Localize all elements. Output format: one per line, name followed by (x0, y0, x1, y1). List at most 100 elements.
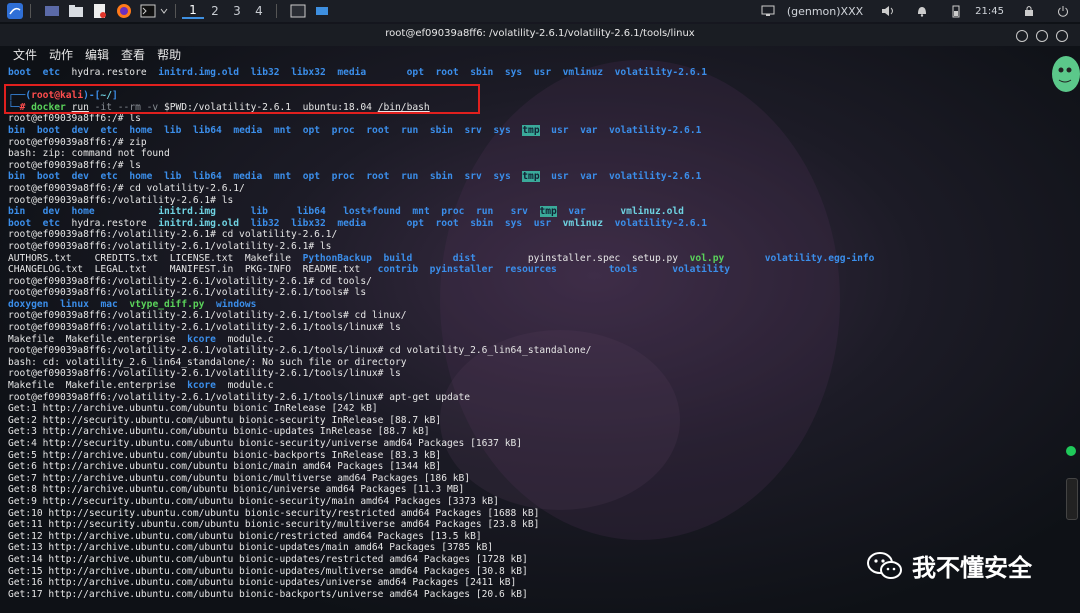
window-titlebar[interactable]: root@ef09039a8ff6: /volatility-2.6.1/vol… (0, 24, 1080, 46)
terminal-text: srv (464, 124, 482, 136)
genmon-user: (genmon)XXX (786, 4, 864, 18)
kali-menu-icon[interactable] (6, 3, 24, 19)
terminal-text: var (580, 124, 598, 136)
lock-screen-icon[interactable] (1020, 3, 1038, 19)
terminal-text: dev (71, 124, 89, 136)
maximize-button[interactable] (1036, 30, 1048, 42)
terminal-text: volatility-2.6.1 (608, 171, 702, 183)
window-title: root@ef09039a8ff6: /volatility-2.6.1/vol… (385, 28, 695, 39)
notification-bell-icon[interactable] (913, 3, 931, 19)
terminal-output[interactable]: boot etc hydra.restore initrd.img.old li… (8, 67, 1068, 607)
terminal-line: Get:12 http://archive.ubuntu.com/ubuntu … (8, 531, 1068, 543)
terminal-text: module.c (215, 333, 274, 345)
terminal-text: root@ef09039a8ff6:/volatility-2.6.1# ls (8, 194, 234, 206)
monitor-icon[interactable] (759, 3, 777, 19)
terminal-text: hydra.restore (60, 217, 159, 229)
terminal-text: contrib (377, 264, 419, 276)
terminal-text: srv (464, 171, 482, 183)
terminal-text: pyinstaller (429, 264, 494, 276)
terminal-text: Get:9 http://security.ubuntu.com/ubuntu … (8, 495, 499, 507)
terminal-text: mac (100, 298, 118, 310)
minimize-button[interactable] (1016, 30, 1028, 42)
terminal-text: initrd.img.old (158, 217, 240, 229)
terminal-text: media (337, 217, 367, 229)
workspace-1[interactable]: 1 (182, 3, 204, 19)
menu-view[interactable]: 查看 (120, 46, 146, 64)
terminal-text: dist (452, 252, 476, 264)
workspace-3[interactable]: 3 (226, 4, 248, 18)
terminal-text: root@ef09039a8ff6:/volatility-2.6.1/vola… (8, 345, 592, 357)
terminal-text: kcore (187, 333, 216, 345)
terminal-line: root@ef09039a8ff6:/volatility-2.6.1# ls (8, 195, 1068, 207)
terminal-text: usr (551, 124, 569, 136)
terminal-text: opt (302, 171, 321, 183)
folder-icon[interactable] (67, 3, 85, 19)
wechat-icon (867, 551, 902, 579)
desktop-icon[interactable] (43, 3, 61, 19)
terminal-window-icon[interactable] (289, 3, 307, 19)
terminal-text: boot (8, 67, 32, 78)
terminal-text: tmp (539, 206, 557, 218)
status-dot-icon (1066, 446, 1076, 456)
terminal-text: volatility-2.6.1 (608, 124, 702, 136)
terminal-text: Get:15 http://archive.ubuntu.com/ubuntu … (8, 565, 528, 577)
terminal-text: opt (302, 124, 321, 136)
terminal-text: bin (8, 171, 26, 183)
side-panel-handle[interactable] (1066, 478, 1078, 520)
terminal-text: sbin (470, 67, 494, 78)
terminal-text: Makefile Makefile.enterprise (8, 333, 188, 345)
close-button[interactable] (1056, 30, 1068, 42)
firefox-icon[interactable] (115, 3, 133, 19)
menu-file[interactable]: 文件 (12, 46, 38, 64)
battery-icon[interactable] (947, 3, 965, 19)
menu-action[interactable]: 动作 (48, 46, 74, 64)
terminal-text: root@ef09039a8ff6:/volatility-2.6.1/vola… (8, 322, 401, 334)
terminal-icon[interactable] (139, 3, 157, 19)
menu-help[interactable]: 帮助 (156, 46, 182, 64)
terminal-line: Makefile Makefile.enterprise kcore modul… (8, 334, 1068, 346)
chevron-down-icon[interactable] (159, 3, 169, 19)
terminal-text: tmp (522, 171, 540, 183)
terminal-text: initrd.img (158, 206, 216, 218)
terminal-line: bin dev home initrd.img lib lib64 lost+f… (8, 206, 1068, 218)
terminal-line: Get:11 http://security.ubuntu.com/ubuntu… (8, 519, 1068, 531)
terminal-text: CHANGELOG.txt LEGAL.txt MANIFEST.in PKG-… (8, 264, 378, 276)
menu-edit[interactable]: 编辑 (84, 46, 110, 64)
terminal-text: sys (504, 217, 523, 229)
workspace-4[interactable]: 4 (248, 4, 270, 18)
volume-icon[interactable] (879, 3, 897, 19)
terminal-text: etc (42, 67, 60, 78)
terminal-text: sys (493, 171, 511, 183)
window-icon[interactable] (313, 3, 331, 19)
text-editor-icon[interactable] (91, 3, 109, 19)
power-icon[interactable] (1054, 3, 1072, 19)
menu-bar: 文件 动作 编辑 查看 帮助 (0, 46, 1080, 64)
terminal-text: tmp (522, 124, 540, 136)
workspace-2[interactable]: 2 (204, 4, 226, 18)
terminal-text: etc (42, 217, 60, 229)
